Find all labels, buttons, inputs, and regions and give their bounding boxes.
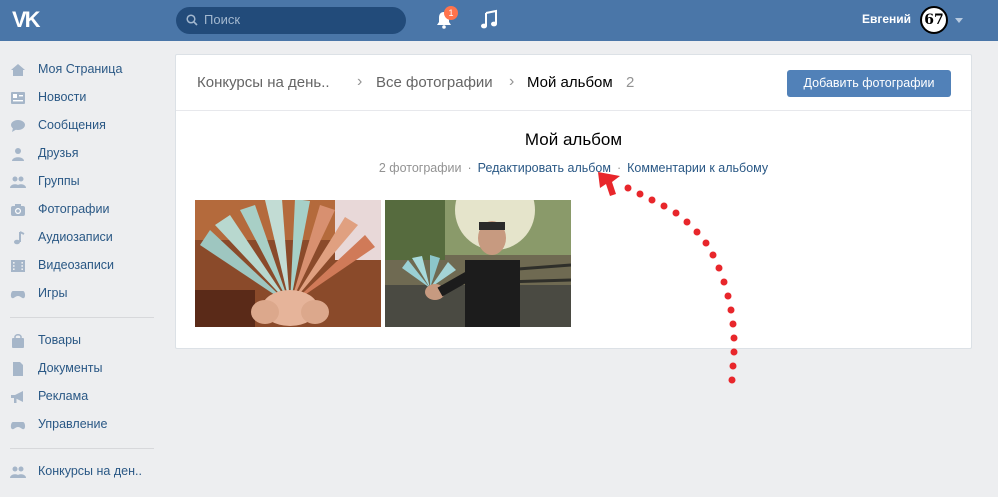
sidebar-item-label: Новости bbox=[38, 90, 87, 104]
document-icon bbox=[13, 362, 23, 376]
breadcrumb: Конкурсы на день.. › Все фотографии › Мо… bbox=[176, 55, 971, 111]
sidebar-item-label: Управление bbox=[38, 417, 108, 431]
user-name[interactable]: Евгений bbox=[862, 12, 911, 26]
sidebar-item-photos[interactable]: Фотографии bbox=[8, 199, 158, 221]
sidebar-item-label: Друзья bbox=[38, 146, 79, 160]
notification-badge: 1 bbox=[444, 6, 458, 20]
photo-thumbnail[interactable] bbox=[195, 200, 381, 327]
money-fan-photo bbox=[195, 200, 381, 327]
sidebar-divider bbox=[10, 317, 154, 318]
music-note-icon bbox=[14, 231, 25, 245]
music-icon[interactable] bbox=[479, 9, 499, 31]
album-photo-count: 2 фотографии bbox=[378, 161, 462, 175]
breadcrumb-current: Мой альбом bbox=[527, 74, 613, 91]
sidebar-item-news[interactable]: Новости bbox=[8, 87, 158, 109]
breadcrumb-all-photos-link[interactable]: Все фотографии bbox=[376, 74, 493, 91]
groups-icon bbox=[10, 176, 26, 188]
vk-logo[interactable]: VK bbox=[12, 8, 44, 32]
camera-icon bbox=[11, 204, 25, 216]
chevron-right-icon: › bbox=[357, 73, 363, 90]
gamepad-icon bbox=[10, 422, 26, 430]
album-meta: 2 фотографии · Редактировать альбом · Коммен… bbox=[176, 161, 971, 175]
news-icon bbox=[11, 92, 25, 104]
top-header: VK Поиск 1 Евгений 67 bbox=[0, 0, 998, 41]
sidebar-item-label: Видеозаписи bbox=[38, 258, 115, 272]
album-card: Конкурсы на день.. › Все фотографии › Мо… bbox=[175, 54, 972, 349]
home-icon bbox=[11, 64, 25, 76]
sidebar-item-label: Группы bbox=[38, 174, 80, 188]
sidebar-item-group-contests[interactable]: Конкурсы на ден.. bbox=[8, 461, 158, 483]
friends-icon bbox=[12, 148, 24, 161]
sidebar-item-my-page[interactable]: Моя Страница bbox=[8, 59, 158, 81]
sidebar-item-goods[interactable]: Товары bbox=[8, 330, 158, 352]
man-with-money-photo bbox=[385, 200, 571, 327]
sidebar-item-label: Моя Страница bbox=[38, 62, 123, 76]
add-photos-button[interactable]: Добавить фотографии bbox=[787, 70, 951, 97]
sidebar-item-games[interactable]: Игры bbox=[8, 283, 158, 305]
search-icon bbox=[186, 14, 198, 26]
sidebar-item-label: Фотографии bbox=[38, 202, 110, 216]
separator-dot: · bbox=[467, 161, 472, 175]
groups-icon bbox=[10, 466, 26, 478]
breadcrumb-photo-count: 2 bbox=[626, 74, 635, 91]
film-icon bbox=[11, 260, 25, 272]
album-title: Мой альбом bbox=[524, 130, 623, 149]
sidebar-item-label: Сообщения bbox=[38, 118, 106, 132]
breadcrumb-group-link[interactable]: Конкурсы на день.. bbox=[197, 74, 330, 91]
search-placeholder: Поиск bbox=[204, 12, 241, 27]
sidebar-item-video[interactable]: Видеозаписи bbox=[8, 255, 158, 277]
sidebar-item-friends[interactable]: Друзья bbox=[8, 143, 158, 165]
sidebar-item-label: Товары bbox=[38, 333, 81, 347]
sidebar-item-messages[interactable]: Сообщения bbox=[8, 115, 158, 137]
sidebar-item-label: Конкурсы на ден.. bbox=[38, 464, 142, 478]
sidebar-item-label: Игры bbox=[38, 286, 68, 300]
sidebar-item-label: Документы bbox=[38, 361, 103, 375]
sidebar-item-groups[interactable]: Группы bbox=[8, 171, 158, 193]
search-input[interactable]: Поиск bbox=[176, 7, 406, 34]
shopping-bag-icon bbox=[12, 334, 24, 348]
sidebar-item-manage[interactable]: Управление bbox=[8, 414, 158, 436]
photo-thumbnail[interactable] bbox=[385, 200, 571, 327]
sidebar-divider bbox=[10, 448, 154, 449]
megaphone-icon bbox=[11, 391, 23, 403]
messages-icon bbox=[11, 120, 25, 132]
sidebar-item-label: Аудиозаписи bbox=[38, 230, 113, 244]
avatar[interactable]: 67 bbox=[920, 6, 948, 34]
chevron-right-icon: › bbox=[509, 73, 515, 90]
sidebar-item-ads[interactable]: Реклама bbox=[8, 386, 158, 408]
gamepad-icon bbox=[10, 291, 26, 299]
chevron-down-icon[interactable] bbox=[955, 18, 963, 23]
sidebar-item-label: Реклама bbox=[38, 389, 89, 403]
sidebar-item-audio[interactable]: Аудиозаписи bbox=[8, 227, 158, 249]
annotation-arrow bbox=[598, 172, 738, 384]
sidebar-item-documents[interactable]: Документы bbox=[8, 358, 158, 380]
